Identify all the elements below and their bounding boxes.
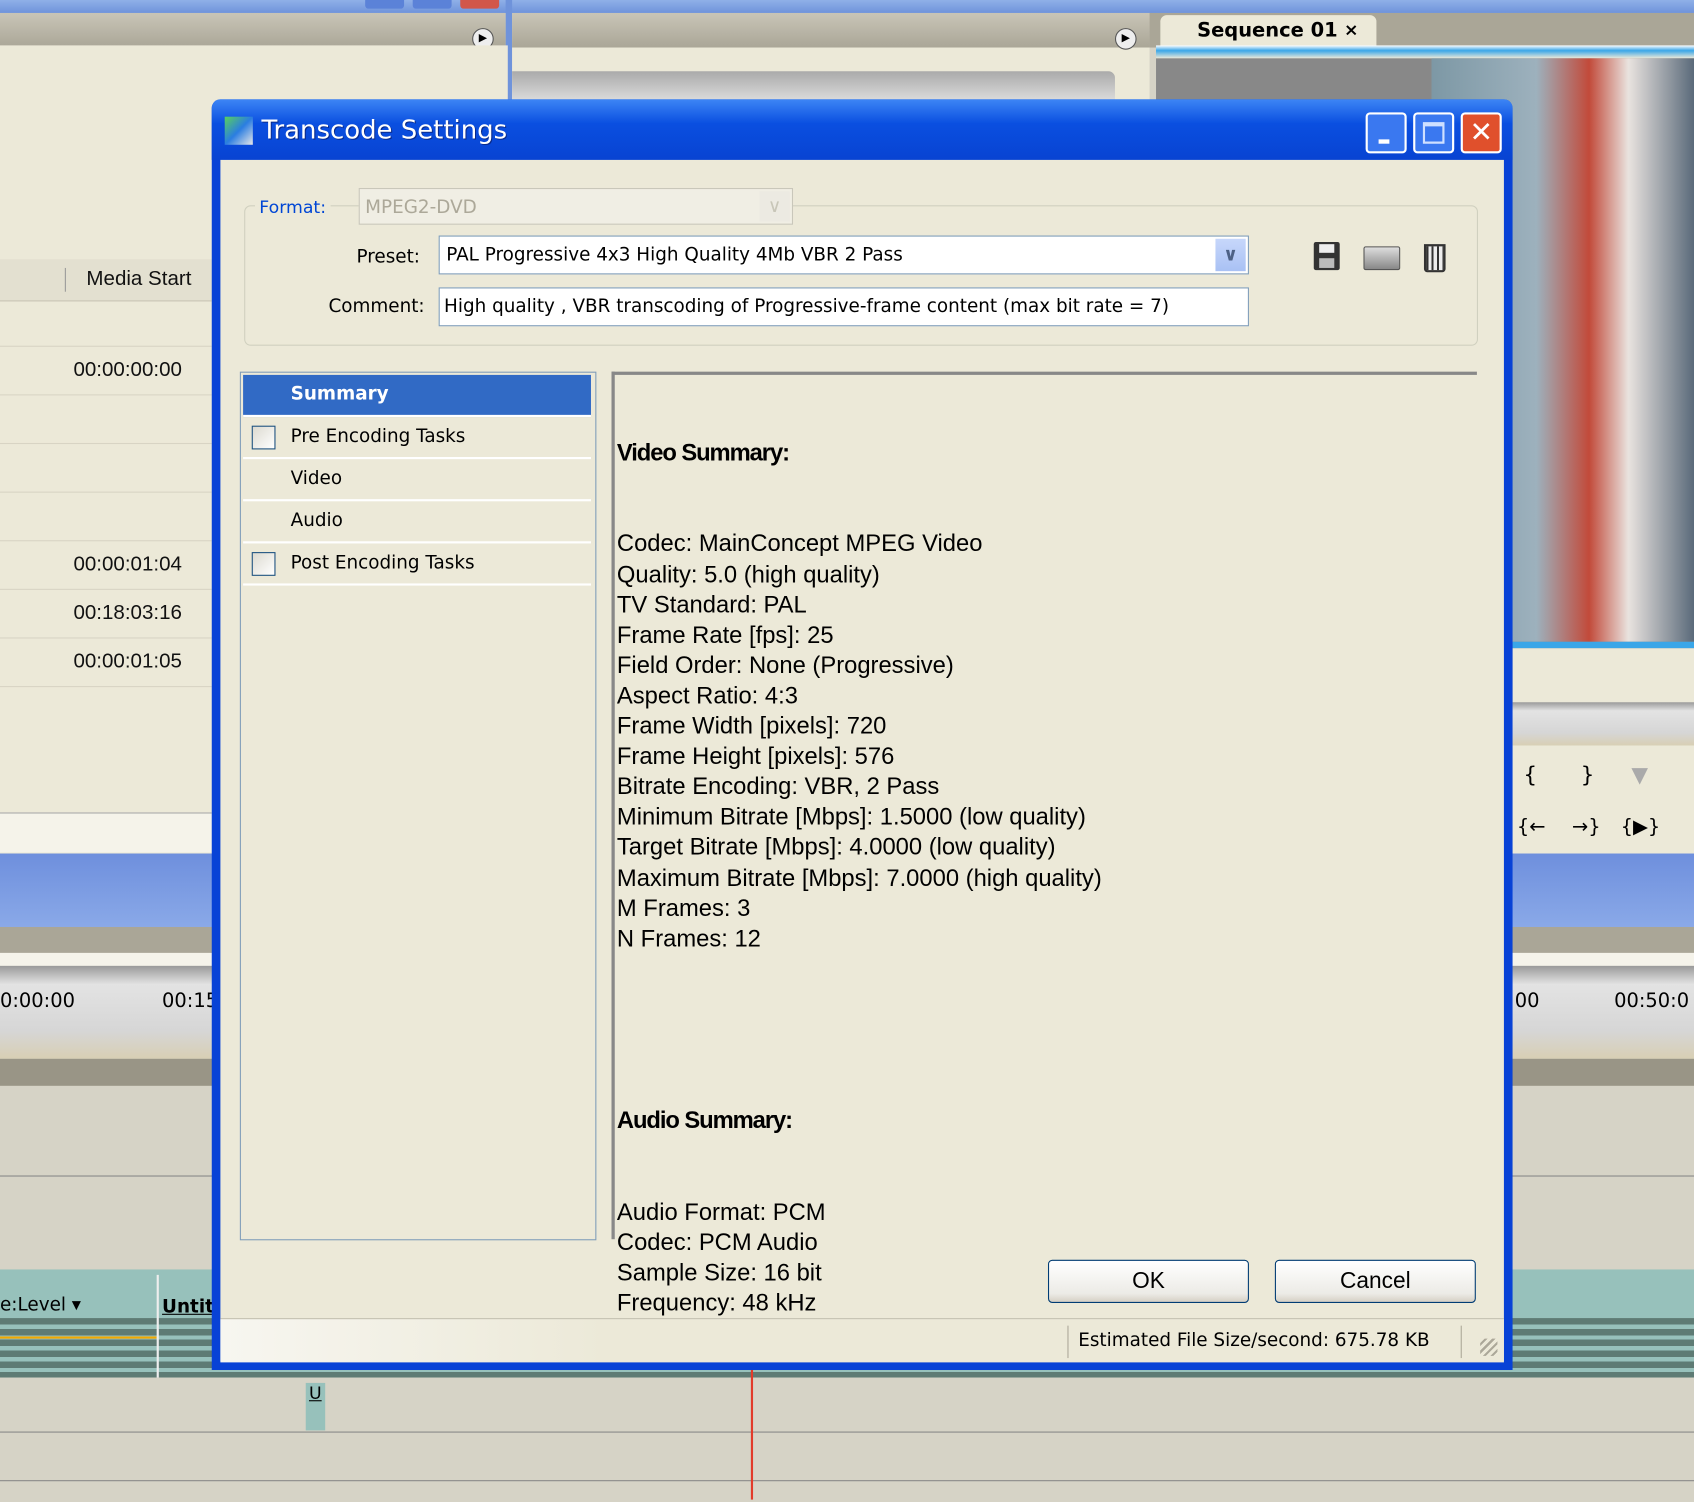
- tab-close-icon[interactable]: ×: [1344, 19, 1358, 40]
- app-icon: [224, 116, 253, 145]
- summary-line: Frame Rate [fps]: 25: [616, 620, 834, 648]
- maximize-button[interactable]: [1413, 112, 1455, 154]
- close-button[interactable]: ✕: [1460, 112, 1502, 154]
- summary-line: Minimum Bitrate [Mbps]: 1.5000 (low qual…: [616, 803, 1086, 831]
- status-bar: Estimated File Size/second: 675.78 KB: [220, 1318, 1504, 1363]
- tab-label: Sequence 01: [1197, 19, 1338, 43]
- project-column-header: Media Start: [0, 259, 212, 302]
- ruler-label: 00: [1514, 989, 1540, 1013]
- ok-button[interactable]: OK: [1047, 1259, 1249, 1303]
- track-effect-menu[interactable]: e:Level ▾: [0, 1294, 81, 1316]
- tab-sequence-01[interactable]: Sequence 01 ×: [1160, 15, 1377, 48]
- cancel-button[interactable]: Cancel: [1274, 1259, 1476, 1303]
- chevron-down-icon: ∨: [1215, 238, 1246, 272]
- ruler-label: 00:50:0: [1614, 989, 1690, 1013]
- panel-menu-icon[interactable]: ▶: [1114, 28, 1137, 50]
- comment-value: High quality , VBR transcoding of Progre…: [444, 296, 1169, 318]
- summary-line: Frame Width [pixels]: 720: [616, 712, 887, 740]
- summary-panel: Video Summary: Codec: MainConcept MPEG V…: [611, 371, 1477, 1316]
- nav-item-pre-encoding-tasks[interactable]: Pre Encoding Tasks: [243, 417, 591, 460]
- source-panel-header: [512, 12, 1150, 48]
- nav-item-summary[interactable]: Summary: [243, 374, 591, 418]
- estimated-file-size: Estimated File Size/second: 675.78 KB: [1078, 1329, 1430, 1352]
- summary-line: TV Standard: PAL: [616, 590, 807, 618]
- chevron-down-icon: ∨: [759, 191, 790, 222]
- summary-line: Frame Height [pixels]: 576: [616, 742, 895, 770]
- maximize-icon[interactable]: [412, 0, 452, 9]
- marker-label: U: [308, 1382, 322, 1404]
- summary-line: Target Bitrate [Mbps]: 4.0000 (low quali…: [616, 833, 1056, 861]
- transcode-settings-dialog: Transcode Settings ✕ Format: MPEG2-DVD ∨…: [211, 99, 1513, 1370]
- summary-line: N Frames: 12: [616, 924, 761, 952]
- play-in-to-out-icon[interactable]: {▶}: [1621, 816, 1661, 839]
- nav-item-video[interactable]: Video: [243, 459, 591, 502]
- ruler-label: 00:15: [162, 989, 219, 1013]
- summary-line: Quality: 5.0 (high quality): [616, 560, 880, 588]
- ruler-label: 0:00:00: [0, 989, 75, 1013]
- timecode: 00:00:01:05: [73, 650, 182, 674]
- timecode: 00:18:03:16: [73, 601, 182, 625]
- dialog-body: Format: MPEG2-DVD ∨ Preset: PAL Progress…: [220, 159, 1504, 1363]
- project-panel-footer: [0, 812, 212, 853]
- nav-item-post-encoding-tasks[interactable]: Post Encoding Tasks: [243, 543, 591, 586]
- mark-in-icon[interactable]: {: [1523, 762, 1537, 788]
- timecode: 00:00:01:04: [73, 553, 182, 576]
- title-bar[interactable]: Transcode Settings ✕: [211, 99, 1513, 160]
- video-summary-heading: Video Summary:: [616, 438, 790, 466]
- post-encoding-checkbox[interactable]: [251, 552, 276, 576]
- audio-summary-heading: Audio Summary:: [616, 1106, 793, 1134]
- summary-line: Field Order: None (Progressive): [616, 651, 954, 679]
- project-panel-header: [0, 12, 506, 48]
- pre-encoding-checkbox[interactable]: [251, 425, 276, 450]
- playhead[interactable]: [750, 1369, 754, 1500]
- marker-clip[interactable]: U: [305, 1382, 326, 1431]
- preset-value: PAL Progressive 4x3 High Quality 4Mb VBR…: [446, 244, 903, 266]
- summary-text: Video Summary: Codec: MainConcept MPEG V…: [617, 377, 1102, 1379]
- summary-line: Audio Format: PCM: [616, 1197, 826, 1225]
- summary-line: Frequency: 48 kHz: [616, 1288, 817, 1316]
- save-preset-icon[interactable]: [1313, 242, 1340, 271]
- close-icon[interactable]: [460, 0, 500, 9]
- resize-grip-icon[interactable]: [1480, 1338, 1498, 1356]
- format-value: MPEG2-DVD: [365, 196, 477, 219]
- monitor-ruler: [1512, 702, 1694, 746]
- summary-line: Codec: PCM Audio: [616, 1228, 818, 1256]
- dialog-title: Transcode Settings: [261, 114, 508, 145]
- format-select[interactable]: MPEG2-DVD ∨: [358, 187, 794, 225]
- preset-select[interactable]: PAL Progressive 4x3 High Quality 4Mb VBR…: [438, 235, 1249, 275]
- summary-line: Codec: MainConcept MPEG Video: [616, 529, 983, 557]
- app-top-bar: [0, 0, 1694, 13]
- minimize-button[interactable]: [1365, 112, 1407, 154]
- marker-icon[interactable]: ▼: [1631, 762, 1648, 788]
- summary-line: Maximum Bitrate [Mbps]: 7.0000 (high qua…: [616, 863, 1102, 891]
- timecode: 00:00:00:00: [73, 358, 182, 382]
- nav-item-audio[interactable]: Audio: [243, 501, 591, 544]
- settings-nav: Summary Pre Encoding Tasks Video Audio P…: [239, 371, 597, 1241]
- tab-highlight: [1156, 45, 1694, 59]
- mark-out-icon[interactable]: }: [1581, 762, 1595, 788]
- comment-label: Comment:: [328, 296, 425, 318]
- summary-line: Aspect Ratio: 4:3: [616, 681, 798, 709]
- go-to-out-icon[interactable]: →}: [1572, 816, 1601, 839]
- summary-line: Sample Size: 16 bit: [616, 1258, 822, 1286]
- trash-icon[interactable]: [1423, 244, 1446, 273]
- desktop: ▶ Media Start 00:00:00:00 00:00:01:04 00…: [0, 0, 1694, 1502]
- summary-line: M Frames: 3: [616, 894, 751, 922]
- summary-line: Bitrate Encoding: VBR, 2 Pass: [616, 772, 940, 800]
- minimize-icon[interactable]: [365, 0, 405, 9]
- preset-label: Preset:: [356, 246, 421, 268]
- go-to-in-icon[interactable]: {←: [1517, 816, 1546, 839]
- format-label: Format:: [254, 196, 331, 218]
- open-folder-icon[interactable]: [1363, 246, 1401, 271]
- source-panel-bar: [512, 71, 1115, 102]
- media-start-header[interactable]: Media Start: [86, 268, 191, 292]
- comment-input[interactable]: High quality , VBR transcoding of Progre…: [438, 287, 1249, 327]
